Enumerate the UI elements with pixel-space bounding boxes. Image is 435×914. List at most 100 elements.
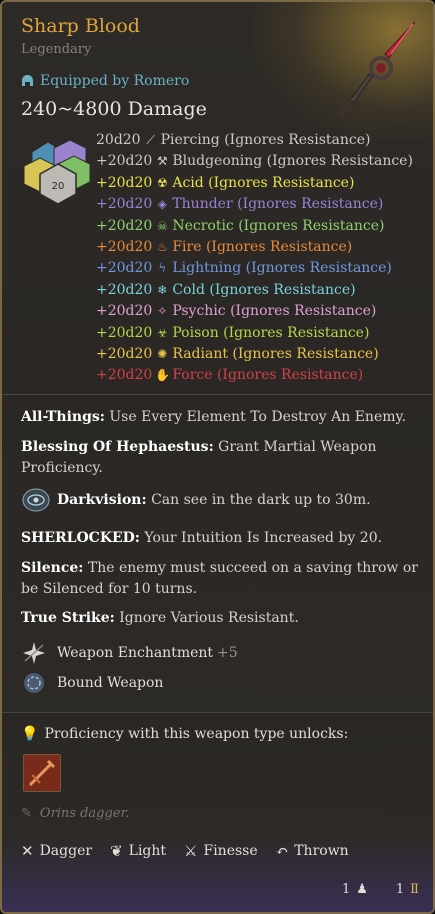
damage-row: +20d20 ☣ Poison (Ignores Resistance): [96, 323, 413, 344]
damage-type: Necrotic (Ignores Resistance): [172, 217, 385, 234]
damage-row: +20d20 ◈ Thunder (Ignores Resistance): [96, 194, 413, 215]
necrotic-icon: ☠: [156, 218, 168, 233]
property-label: Dagger: [39, 843, 93, 859]
weight-icon: ♟: [356, 882, 368, 897]
quill-icon: ✎: [21, 806, 32, 821]
damage-row: +20d20 ⚒ Bludgeoning (Ignores Resistance): [96, 151, 413, 172]
item-rarity: Legendary: [21, 42, 92, 57]
passive-text: Use Every Element To Destroy An Enemy.: [104, 409, 407, 425]
damage-dice: +20d20: [96, 196, 153, 213]
damage-dice: +20d20: [96, 153, 153, 170]
passive-title: Silence:: [21, 560, 84, 576]
item-name: Sharp Blood: [21, 15, 140, 37]
property-label: Light: [128, 843, 167, 859]
piercing-strike-icon: [24, 755, 60, 791]
passive-title: SHERLOCKED:: [21, 530, 140, 546]
price-value: 1: [395, 882, 405, 897]
damage-row: +20d20 ❄ Cold (Ignores Resistance): [96, 280, 413, 301]
passive-title: All-Things:: [21, 409, 105, 425]
poison-icon: ☣: [156, 325, 168, 340]
passive-title: True Strike:: [21, 610, 115, 626]
flavor-label: Orins dagger.: [39, 806, 130, 821]
dice-stack-icon: 20: [23, 139, 91, 205]
damage-dice: +20d20: [96, 345, 153, 362]
damage-type: Poison (Ignores Resistance): [172, 324, 370, 341]
damage-total: 240~4800 Damage: [21, 98, 207, 120]
damage-type: Psychic (Ignores Resistance): [172, 303, 377, 320]
damage-type: Thunder (Ignores Resistance): [172, 196, 384, 213]
damage-row: +20d20 ✺ Radiant (Ignores Resistance): [96, 344, 413, 365]
passive-darkvision: Darkvision: Can see in the dark up to 30…: [21, 487, 419, 513]
damage-dice: +20d20: [96, 367, 153, 384]
proficiency-action-icon[interactable]: [23, 754, 61, 792]
darkvision-icon: [22, 488, 50, 512]
bound-weapon: Bound Weapon: [21, 671, 163, 695]
lightbulb-icon: 💡: [21, 726, 39, 742]
acid-icon: ☢: [156, 175, 168, 190]
weapon-properties: ✕ Dagger ❦ Light ⚔ Finesse ↶ Thrown: [21, 842, 349, 860]
damage-list: 20d20 ⟋ Piercing (Ignores Resistance) +20d2…: [96, 130, 413, 387]
weapon-enchantment: Weapon Enchantment +5: [21, 641, 238, 665]
damage-type: Force (Ignores Resistance): [172, 367, 364, 384]
enchantment-label: Weapon Enchantment: [57, 645, 214, 661]
lightning-icon: ϟ: [158, 261, 167, 276]
damage-type: Cold (Ignores Resistance): [172, 281, 356, 298]
finesse-icon: ⚔: [184, 842, 198, 860]
passive-silence: Silence: The enemy must succeed on a sav…: [21, 558, 419, 600]
passive-all-things: All-Things: Use Every Element To Destroy…: [21, 407, 419, 428]
bludgeoning-icon: ⚒: [156, 154, 168, 169]
property-label: Thrown: [294, 843, 349, 859]
cold-icon: ❄: [157, 282, 168, 297]
piercing-icon: ⟋: [146, 133, 155, 147]
item-tooltip: Sharp Blood Legendary Equipped by Romero…: [0, 0, 435, 914]
bound-weapon-label: Bound Weapon: [57, 675, 164, 691]
gold-icon: Ⅱ: [410, 882, 419, 897]
equipped-by: Equipped by Romero: [21, 73, 189, 89]
damage-type: Piercing (Ignores Resistance): [160, 132, 371, 148]
weapon-icon: [338, 21, 416, 117]
damage-dice: +20d20: [96, 174, 153, 191]
thunder-icon: ◈: [157, 197, 167, 212]
passive-text: Ignore Various Resistant.: [114, 610, 299, 626]
damage-dice: +20d20: [96, 238, 153, 255]
weapon-property: ❦ Light: [110, 842, 166, 860]
damage-row: +20d20 ϟ Lightning (Ignores Resistance): [96, 258, 413, 279]
passive-title: Blessing Of Hephaestus:: [21, 439, 214, 455]
passive-text: Your Intuition Is Increased by 20.: [139, 530, 383, 546]
weight-value: 1: [341, 882, 351, 897]
radiant-icon: ✺: [157, 346, 168, 361]
divider: [2, 394, 433, 395]
damage-type: Lightning (Ignores Resistance): [172, 260, 392, 277]
damage-type: Radiant (Ignores Resistance): [172, 345, 379, 362]
equipped-by-label: Equipped by Romero: [40, 73, 190, 89]
dagger-icon: ✕: [21, 842, 34, 860]
damage-type: Bludgeoning (Ignores Resistance): [172, 153, 413, 170]
bound-weapon-icon: [24, 673, 44, 693]
damage-row: +20d20 ✋ Force (Ignores Resistance): [96, 365, 413, 386]
passive-text: Can see in the dark up to 30m.: [146, 491, 371, 508]
property-label: Finesse: [203, 843, 258, 859]
damage-dice: 20d20: [96, 132, 141, 148]
thrown-icon: ↶: [275, 842, 289, 860]
svg-text:20: 20: [52, 181, 65, 192]
damage-row: +20d20 ☢ Acid (Ignores Resistance): [96, 173, 413, 194]
damage-type: Fire (Ignores Resistance): [172, 238, 353, 255]
weapon-property: ⚔ Finesse: [184, 842, 258, 860]
force-icon: ✋: [155, 368, 171, 383]
damage-dice: +20d20: [96, 217, 153, 234]
psychic-icon: ✧: [157, 304, 168, 319]
light-icon: ❦: [110, 842, 123, 860]
damage-dice: +20d20: [96, 303, 153, 320]
flavor-text: ✎ Orins dagger.: [21, 806, 129, 821]
passive-hephaestus: Blessing Of Hephaestus: Grant Martial We…: [21, 437, 419, 479]
enchantment-bonus: +5: [217, 645, 238, 661]
damage-type: Acid (Ignores Resistance): [172, 174, 355, 191]
proficiency-label: Proficiency with this weapon type unlock…: [44, 726, 349, 742]
enchantment-icon: [23, 642, 45, 664]
damage-row: +20d20 ✧ Psychic (Ignores Resistance): [96, 301, 413, 322]
helmet-icon: [22, 75, 33, 86]
fire-icon: ♨: [156, 239, 168, 254]
weapon-property: ↶ Thrown: [276, 842, 349, 860]
damage-row: +20d20 ♨ Fire (Ignores Resistance): [96, 237, 413, 258]
damage-row: 20d20 ⟋ Piercing (Ignores Resistance): [96, 130, 413, 151]
